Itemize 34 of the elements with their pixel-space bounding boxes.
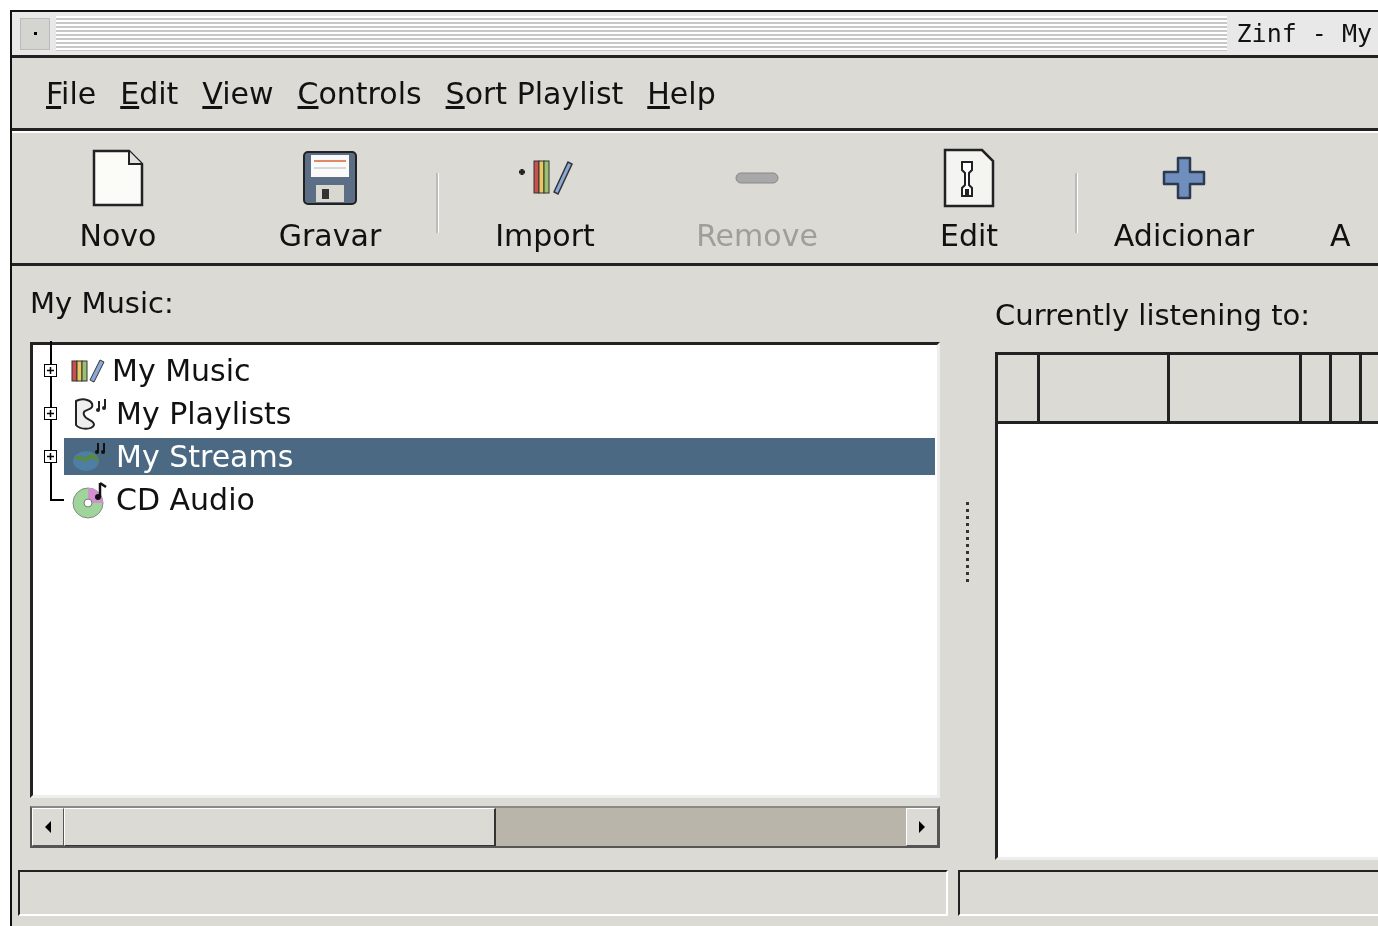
- import-icon: [516, 158, 574, 198]
- menu-item[interactable]: Edit: [108, 75, 191, 111]
- tree-item[interactable]: My Streams: [64, 438, 935, 475]
- minus-icon: [734, 171, 780, 185]
- document-icon: [91, 149, 145, 207]
- tree-item[interactable]: CD Audio: [64, 481, 935, 518]
- toolbar-button[interactable]: Import: [439, 133, 651, 263]
- document-wrench-icon: [942, 148, 996, 208]
- menu-item[interactable]: File: [34, 75, 109, 111]
- toolbar-button[interactable]: Edit: [863, 133, 1075, 263]
- toolbar-button[interactable]: Gravar: [224, 133, 436, 263]
- pane-label: Currently listening to:: [995, 297, 1312, 334]
- toolbar-button[interactable]: Novo: [12, 133, 224, 263]
- horizontal-scrollbar[interactable]: [30, 806, 940, 848]
- tree-item[interactable]: My Playlists: [64, 395, 935, 432]
- toolbar-button[interactable]: A: [1290, 133, 1351, 263]
- scroll-left-button[interactable]: [32, 808, 64, 846]
- menu-item[interactable]: Sort Playlist: [433, 75, 636, 111]
- menu-item[interactable]: Controls: [285, 75, 434, 111]
- expand-button[interactable]: [44, 363, 58, 378]
- music-library-icon: [70, 357, 106, 384]
- left-arrow-icon: [43, 820, 53, 834]
- expand-button[interactable]: [44, 406, 58, 421]
- window-title: Zinf - My: [1235, 19, 1373, 48]
- tree-item[interactable]: My Music: [64, 352, 935, 389]
- pane-label: My Music:: [30, 286, 175, 322]
- menu-item[interactable]: Help: [635, 75, 728, 111]
- scrollbar-thumb[interactable]: [64, 808, 497, 846]
- menu-item[interactable]: View: [190, 75, 286, 111]
- expand-button[interactable]: [44, 449, 58, 464]
- scroll-right-button[interactable]: [906, 808, 938, 846]
- plus-icon: [1161, 155, 1207, 201]
- toolbar-button[interactable]: Adicionar: [1078, 133, 1290, 263]
- right-arrow-icon: [917, 820, 927, 834]
